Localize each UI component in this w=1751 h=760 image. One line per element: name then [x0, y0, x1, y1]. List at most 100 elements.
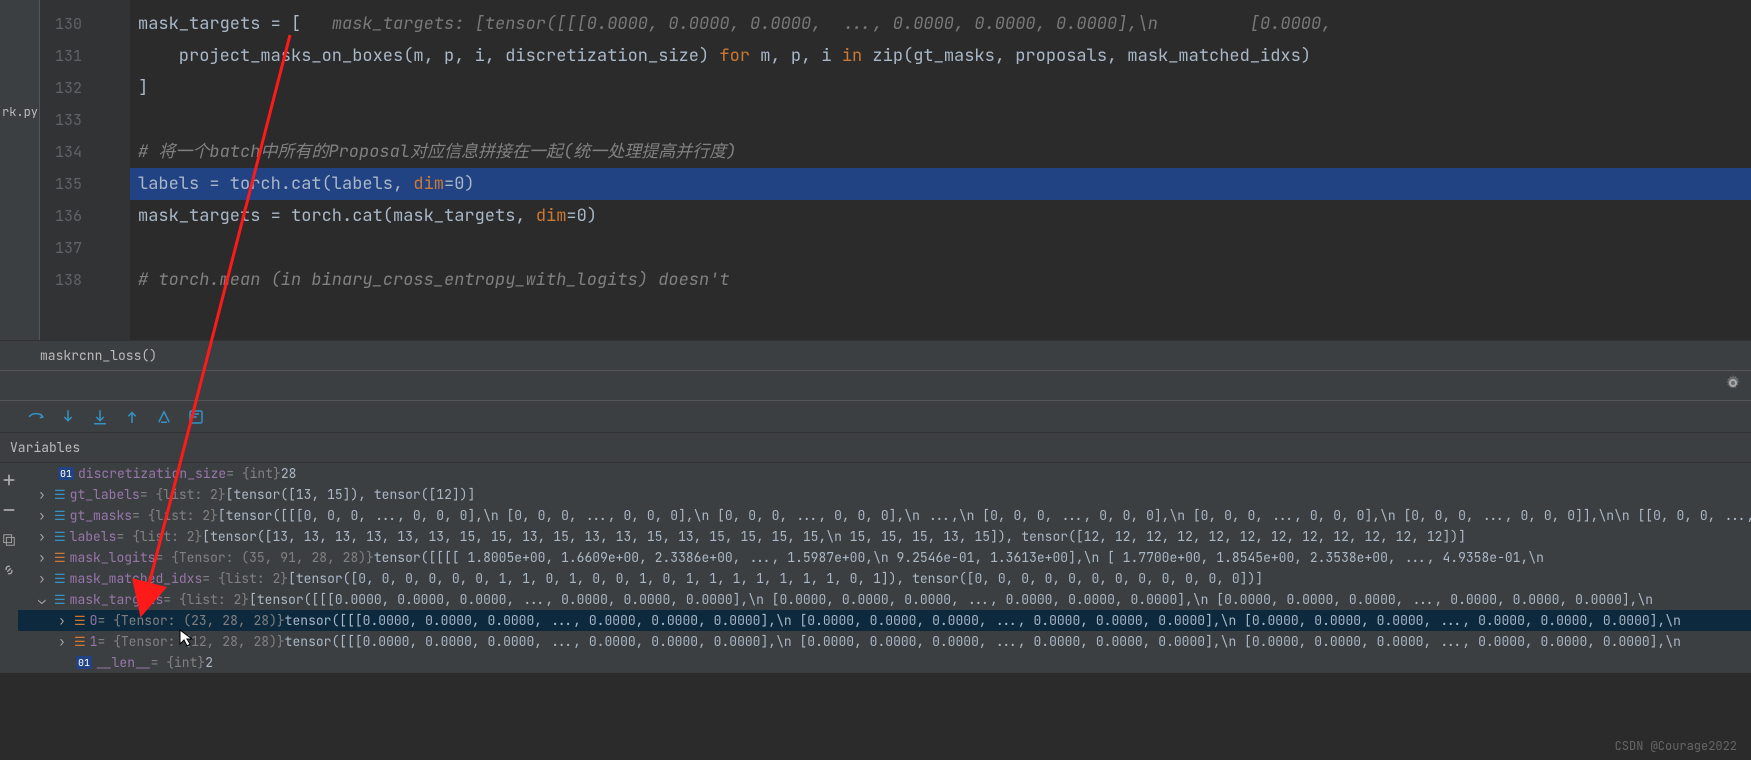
var-value: [tensor([[[0, 0, 0, ..., 0, 0, 0],\n [0,…: [218, 507, 1751, 524]
variables-tree[interactable]: 01 discretization_size = {int} 28 › ☰ gt…: [18, 463, 1751, 673]
code-text: =0): [444, 173, 475, 195]
line-number: 132: [40, 72, 90, 104]
line-number: 136: [40, 200, 90, 232]
code-text: mask_targets = [: [138, 13, 332, 35]
chevron-right-icon[interactable]: ›: [38, 570, 52, 587]
line-number: 130: [40, 8, 90, 40]
code-body[interactable]: mask_targets = [ mask_targets: [tensor([…: [130, 0, 1751, 340]
variables-title: Variables: [0, 433, 1751, 463]
comment: # 将一个batch中所有的Proposal对应信息拼接在一起(统一处理提高并行…: [138, 141, 736, 163]
fold-gutter: [90, 0, 130, 340]
step-out-icon[interactable]: [122, 407, 142, 427]
list-icon: ☰: [54, 591, 66, 608]
var-value: tensor([[[[ 1.8005e+00, 1.6609e+00, 2.33…: [374, 549, 1544, 566]
list-icon: ☰: [54, 570, 66, 587]
tensor-icon: ☰: [54, 549, 66, 566]
add-watch-icon[interactable]: [0, 471, 18, 489]
tensor-icon: ☰: [74, 612, 86, 629]
var-type: = {list: 2}: [132, 507, 218, 524]
breadcrumb-label: maskrcnn_loss(): [40, 347, 157, 364]
var-value: [tensor([13, 15]), tensor([12])]: [226, 486, 476, 503]
keyword: in: [842, 45, 862, 67]
gear-icon[interactable]: [1725, 375, 1741, 396]
watermark: CSDN @Courage2022: [1615, 738, 1737, 754]
breadcrumb[interactable]: maskrcnn_loss(): [0, 340, 1751, 370]
var-type: = {Tensor: (12, 28, 28)}: [97, 633, 284, 650]
var-value: tensor([[[0.0000, 0.0000, 0.0000, ..., 0…: [285, 633, 1681, 650]
tensor-icon: ☰: [74, 633, 86, 650]
var-type: = {int}: [151, 654, 206, 671]
chevron-right-icon[interactable]: ›: [58, 612, 72, 629]
var-value: [tensor([0, 0, 0, 0, 0, 0, 1, 1, 0, 1, 0…: [288, 570, 1263, 587]
step-into-icon[interactable]: [58, 407, 78, 427]
line-number: 135: [40, 168, 90, 200]
code-text: labels = torch.cat(labels,: [138, 173, 413, 195]
var-name: gt_masks: [70, 507, 132, 524]
list-icon: ☰: [54, 507, 66, 524]
current-line[interactable]: labels = torch.cat(labels, dim=0): [130, 168, 1751, 200]
remove-watch-icon[interactable]: [0, 501, 18, 519]
var-name: labels: [70, 528, 117, 545]
var-row[interactable]: › ☰ labels = {list: 2} [tensor([13, 13, …: [18, 526, 1751, 547]
line-gutter: 130 131 132 133 134 135 136 137 138: [40, 0, 90, 340]
var-row-selected[interactable]: › ☰ 0 = {Tensor: (23, 28, 28)} tensor([[…: [18, 610, 1751, 631]
chevron-right-icon[interactable]: ›: [38, 486, 52, 503]
var-row[interactable]: › ☰ mask_logits = {Tensor: (35, 91, 28, …: [18, 547, 1751, 568]
chevron-right-icon[interactable]: ›: [38, 549, 52, 566]
code-text: ]: [138, 77, 148, 99]
var-name: mask_logits: [70, 549, 156, 566]
file-tab[interactable]: rk.py: [0, 100, 39, 124]
code-text: project_masks_on_boxes(m, p, i, discreti…: [138, 45, 719, 67]
var-row[interactable]: › ☰ gt_masks = {list: 2} [tensor([[[0, 0…: [18, 505, 1751, 526]
code-text: m, p, i: [750, 45, 842, 67]
var-type: = {Tensor: (35, 91, 28, 28)}: [155, 549, 373, 566]
var-row-mask-targets[interactable]: ⌄ ☰ mask_targets = {list: 2} [tensor([[[…: [18, 589, 1751, 610]
var-row[interactable]: › ☰ mask_matched_idxs = {list: 2} [tenso…: [18, 568, 1751, 589]
var-type: = {list: 2}: [202, 570, 288, 587]
debug-panel: Variables 01 discretization_size = {int}…: [0, 370, 1751, 673]
int-icon: 01: [58, 467, 74, 480]
keyword: for: [719, 45, 750, 67]
var-row[interactable]: 01 discretization_size = {int} 28: [18, 463, 1751, 484]
code-editor[interactable]: 130 131 132 133 134 135 136 137 138 mask…: [40, 0, 1751, 340]
inline-hint: mask_targets: [tensor([[[0.0000, 0.0000,…: [332, 13, 1332, 35]
chevron-down-icon[interactable]: ⌄: [38, 591, 52, 608]
line-number: 133: [40, 104, 90, 136]
line-number: 131: [40, 40, 90, 72]
int-icon: 01: [76, 656, 92, 669]
copy-icon[interactable]: [0, 531, 18, 549]
var-name: __len__: [96, 654, 151, 671]
comment: # torch.mean (in binary_cross_entropy_wi…: [138, 269, 730, 291]
var-row[interactable]: › ☰ gt_labels = {list: 2} [tensor([13, 1…: [18, 484, 1751, 505]
var-name: mask_targets: [70, 591, 164, 608]
var-type: = {Tensor: (23, 28, 28)}: [97, 612, 284, 629]
project-sidebar: rk.py: [0, 0, 40, 340]
var-row[interactable]: 01 __len__ = {int} 2: [18, 652, 1751, 673]
run-to-cursor-icon[interactable]: [154, 407, 174, 427]
var-type: = {list: 2}: [116, 528, 202, 545]
code-text: mask_targets = torch.cat(mask_targets,: [138, 205, 536, 227]
vars-sidebar: [0, 463, 18, 673]
var-value: [tensor([[[0.0000, 0.0000, 0.0000, ..., …: [249, 591, 1653, 608]
link-icon[interactable]: [0, 561, 18, 579]
var-value: 2: [205, 654, 213, 671]
var-name: mask_matched_idxs: [70, 570, 203, 587]
var-value: tensor([[[0.0000, 0.0000, 0.0000, ..., 0…: [285, 612, 1681, 629]
chevron-right-icon[interactable]: ›: [38, 507, 52, 524]
step-over-icon[interactable]: [26, 407, 46, 427]
var-type: = {list: 2}: [140, 486, 226, 503]
evaluate-icon[interactable]: [186, 407, 206, 427]
var-type: = {int}: [226, 465, 281, 482]
param: dim: [413, 173, 444, 195]
var-value: 28: [281, 465, 297, 482]
var-value: [tensor([13, 13, 13, 13, 13, 13, 15, 15,…: [202, 528, 1466, 545]
step-into-my-icon[interactable]: [90, 407, 110, 427]
var-name: gt_labels: [70, 486, 140, 503]
var-type: = {list: 2}: [163, 591, 249, 608]
chevron-right-icon[interactable]: ›: [58, 633, 72, 650]
var-name: 1: [90, 633, 98, 650]
var-row[interactable]: › ☰ 1 = {Tensor: (12, 28, 28)} tensor([[…: [18, 631, 1751, 652]
chevron-right-icon[interactable]: ›: [38, 528, 52, 545]
list-icon: ☰: [54, 528, 66, 545]
line-number: 138: [40, 264, 90, 296]
